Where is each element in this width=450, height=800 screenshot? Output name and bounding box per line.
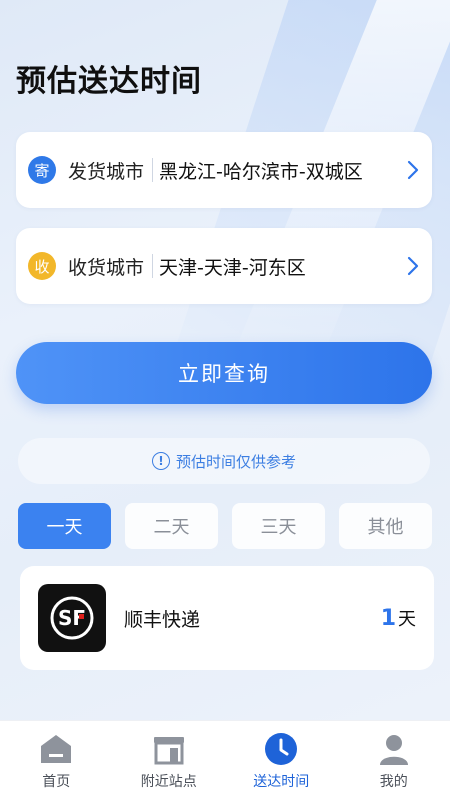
day-filter-tabs: 一天 二天 三天 其他 <box>18 503 432 549</box>
home-icon <box>38 731 74 767</box>
recv-badge: 收 <box>28 252 56 280</box>
notice-banner: ! 预估时间仅供参考 <box>18 438 430 484</box>
store-icon <box>151 731 187 767</box>
tabbar-item-nearby[interactable]: 附近站点 <box>124 731 214 791</box>
sf-express-logo: SF <box>38 584 106 652</box>
result-item[interactable]: SF 顺丰快递 1 天 <box>20 566 434 670</box>
company-name: 顺丰快递 <box>124 608 201 631</box>
clock-icon <box>263 731 299 767</box>
page-title: 预估送达时间 <box>16 64 202 99</box>
send-city-selector[interactable]: 寄 发货城市 黑龙江-哈尔滨市-双城区 <box>16 132 432 208</box>
tab-two-days[interactable]: 二天 <box>125 503 218 549</box>
divider <box>152 254 154 278</box>
recv-city-value: 天津-天津-河东区 <box>159 256 306 279</box>
user-icon <box>376 731 412 767</box>
query-button[interactable]: 立即查询 <box>16 342 432 404</box>
delivery-days-unit: 天 <box>398 609 416 630</box>
send-city-label: 发货城市 <box>68 160 145 183</box>
tabbar-item-home[interactable]: 首页 <box>11 731 101 791</box>
divider <box>152 158 154 182</box>
tab-other[interactable]: 其他 <box>339 503 432 549</box>
tabbar-label: 首页 <box>42 774 71 790</box>
send-city-value: 黑龙江-哈尔滨市-双城区 <box>159 160 363 183</box>
tab-one-day[interactable]: 一天 <box>18 503 111 549</box>
delivery-days: 1 <box>380 605 396 631</box>
tab-three-days[interactable]: 三天 <box>232 503 325 549</box>
tabbar-item-mine[interactable]: 我的 <box>349 731 439 791</box>
tabbar-label: 送达时间 <box>253 774 310 790</box>
bottom-tab-bar: 首页 附近站点 送达时间 我的 <box>0 720 450 800</box>
tabbar-label: 附近站点 <box>140 774 197 790</box>
send-badge: 寄 <box>28 156 56 184</box>
tabbar-item-delivery-time[interactable]: 送达时间 <box>236 731 326 791</box>
info-icon: ! <box>151 452 170 470</box>
chevron-right-icon <box>407 256 419 276</box>
recv-city-selector[interactable]: 收 收货城市 天津-天津-河东区 <box>16 228 432 304</box>
notice-text: 预估时间仅供参考 <box>175 452 296 471</box>
recv-city-label: 收货城市 <box>68 256 145 279</box>
tabbar-label: 我的 <box>379 774 408 790</box>
chevron-right-icon <box>407 160 419 180</box>
